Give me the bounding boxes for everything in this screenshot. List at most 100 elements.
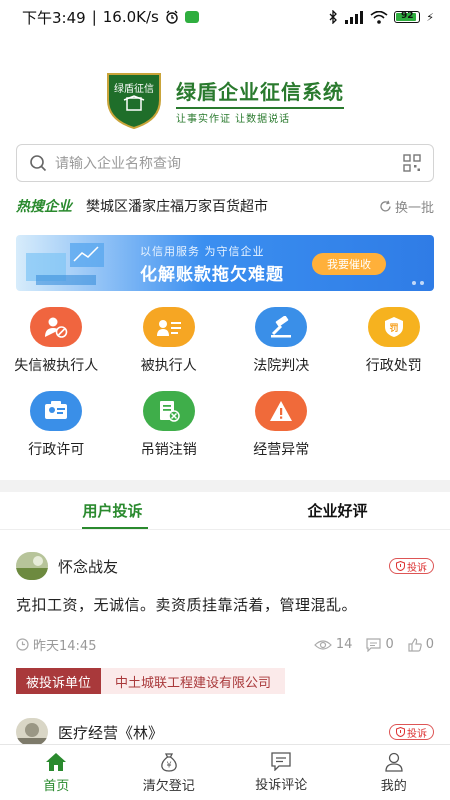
comments-stat[interactable]: 0 [366,637,394,652]
nav-home[interactable]: 首页 [0,745,113,800]
person-block-icon [30,307,83,347]
nav-profile[interactable]: 我的 [338,745,450,800]
feature-label: 行政处罚 [365,358,422,374]
complaint-badge: 投诉 [389,724,434,740]
gavel-icon [255,307,308,347]
user-icon [385,752,403,772]
banner-subtitle: 以信用服务 为守信企业 [140,245,265,258]
banner-title: 化解账款拖欠难题 [140,265,284,285]
post-content: 克扣工资，无诚信。卖资质挂靠活着，管理混乱。 [16,596,358,614]
nav-label: 清欠登记 [142,778,195,794]
status-time: 下午3:49 [22,8,86,27]
hot-search-label: 热搜企业 [16,199,72,215]
shield-alert-icon [396,727,405,737]
complaint-post[interactable]: 怀念战友 投诉 克扣工资，无诚信。卖资质挂靠活着，管理混乱。 昨天14:45 1… [16,552,434,694]
avatar[interactable] [16,552,48,580]
feature-label: 失信被执行人 [14,358,99,374]
likes-stat[interactable]: 0 [408,637,434,652]
brand-text: 绿盾企业征信系统 让事实作证 让数据说话 [176,76,344,125]
brand-logo: 绿盾征信 绿盾企业征信系统 让事实作证 让数据说话 [102,70,344,130]
svg-text:¥: ¥ [166,760,171,769]
brand-title: 绿盾企业征信系统 [176,79,344,104]
views-count: 14 [335,637,353,652]
refresh-icon [380,200,391,211]
complained-company-name[interactable]: 中土城联工程建设有限公司 [101,668,286,694]
post-meta: 昨天14:45 14 0 0 [16,635,434,654]
brand-slogan: 让事实作证 让数据说话 [176,106,344,125]
svg-text:罚: 罚 [389,323,398,334]
post-header: 怀念战友 投诉 [16,552,434,580]
scan-icon[interactable] [403,154,421,172]
feature-dishonest-executee[interactable]: 失信被执行人 [0,307,113,391]
refresh-label: 换一批 [394,200,434,216]
clock-icon [16,638,29,651]
revoke-icon [142,391,195,431]
banner-illustration [26,243,104,285]
search-input[interactable]: 请输入企业名称查询 [55,153,403,173]
collect-debt-button[interactable]: 我要催收 [312,253,386,275]
tab-user-complaints[interactable]: 用户投诉 [0,492,225,529]
post-time-text: 昨天14:45 [33,639,97,654]
complaint-badge-label: 投诉 [407,728,427,740]
nav-debt-registration[interactable]: ¥ 清欠登记 [113,745,226,800]
post-username[interactable]: 怀念战友 [58,556,389,577]
feature-operating-abnormal[interactable]: 经营异常 [225,391,338,475]
thumbs-up-icon [408,637,422,652]
hot-search-row: 热搜企业 樊城区潘家庄福万家百货超市 换一批 [16,194,434,218]
penalty-icon: 罚 [367,307,420,347]
feature-label: 行政许可 [28,442,85,458]
license-icon [30,391,83,431]
post-stats: 14 0 0 [314,637,434,652]
search-box[interactable]: 请输入企业名称查询 [16,144,434,182]
complaint-badge: 投诉 [389,558,434,574]
feature-label: 吊销注销 [140,442,197,458]
feature-label: 法院判决 [253,358,310,374]
nav-label: 投诉评论 [255,778,308,793]
eye-icon [314,639,332,650]
battery-icon: 92 [394,11,421,23]
shield-alert-icon [396,561,405,571]
post-username[interactable]: 医疗经营《林》 [58,722,389,743]
feature-executee[interactable]: 被执行人 [113,307,226,391]
likes-count: 0 [425,637,434,652]
feature-court-judgment[interactable]: 法院判决 [225,307,338,391]
banner-pagination [412,281,424,285]
nav-label: 我的 [380,778,407,794]
battery-level: 92 [401,11,414,21]
signal-icon [345,10,364,24]
post-time: 昨天14:45 [16,635,314,654]
feature-row: 失信被执行人 被执行人 法院判决 罚 行政处罚 [0,307,450,391]
charging-icon: ⚡ [426,10,434,24]
review-tabs: 用户投诉 企业好评 [0,492,450,530]
wifi-icon [370,10,388,24]
views-stat: 14 [314,637,353,652]
wechat-notification-icon [184,11,199,23]
comments-count: 0 [385,637,394,652]
status-left: 下午3:49 | 16.0K/s [22,7,199,28]
section-divider [0,480,450,492]
shield-text: 绿盾征信 [114,82,154,95]
feature-administrative-penalty[interactable]: 罚 行政处罚 [338,307,450,391]
complained-company-row[interactable]: 被投诉单位 中土城联工程建设有限公司 [16,668,434,694]
refresh-button[interactable]: 换一批 [379,197,434,216]
id-card-icon [142,307,195,347]
avatar[interactable] [16,718,48,746]
feature-label: 被执行人 [140,358,197,374]
nav-complaint-comments[interactable]: 投诉评论 [225,745,338,800]
complaint-post[interactable]: 医疗经营《林》 投诉 [16,718,434,746]
status-divider: | [91,8,97,26]
feature-administrative-license[interactable]: 行政许可 [0,391,113,475]
tab-company-praise[interactable]: 企业好评 [225,492,450,529]
search-icon [30,155,47,172]
alarm-icon [166,10,178,24]
feature-label: 经营异常 [253,442,310,458]
warning-icon [255,391,308,431]
hot-search-company[interactable]: 樊城区潘家庄福万家百货超市 [86,196,379,216]
promo-banner[interactable]: 以信用服务 为守信企业 化解账款拖欠难题 我要催收 [16,235,434,291]
comment-icon [366,637,382,652]
complaint-badge-label: 投诉 [407,562,427,574]
post-header: 医疗经营《林》 投诉 [16,718,434,746]
network-speed: 16.0K/s [102,8,159,26]
complained-company-label: 被投诉单位 [16,668,102,694]
feature-revoke-cancel[interactable]: 吊销注销 [113,391,226,475]
